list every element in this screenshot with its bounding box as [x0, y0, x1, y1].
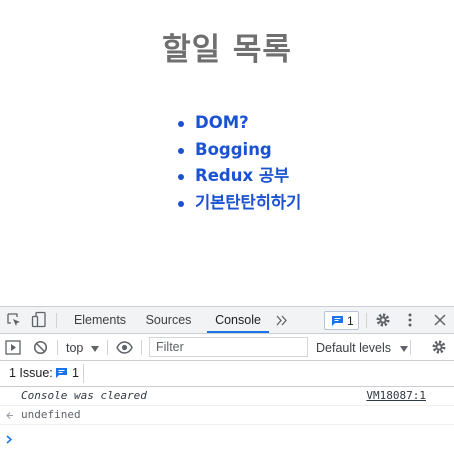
- message-text: undefined: [21, 408, 81, 421]
- filter-input[interactable]: [149, 337, 308, 357]
- bullet-icon: [178, 147, 184, 154]
- todo-item: Bogging: [178, 137, 301, 164]
- bullet-icon: [178, 200, 184, 207]
- console-prompt[interactable]: [0, 429, 454, 451]
- issues-bar: 1 Issue: 1: [0, 361, 454, 387]
- todo-label: 기본탄탄히하기: [195, 192, 302, 212]
- device-toolbar-icon[interactable]: [31, 311, 47, 329]
- gear-icon[interactable]: [375, 312, 391, 328]
- tab-elements[interactable]: Elements: [71, 307, 129, 333]
- separator: [366, 313, 367, 328]
- todo-label: Bogging: [195, 139, 272, 159]
- web-page: 할일 목록 DOM? Bogging Redux 공부 기본탄탄히하기: [0, 0, 454, 306]
- message-icon: [332, 316, 343, 326]
- result-arrow-icon: [6, 412, 13, 419]
- separator: [410, 340, 411, 355]
- todo-label: DOM?: [195, 113, 249, 132]
- console-settings-gear-icon[interactable]: [431, 339, 447, 355]
- eye-icon[interactable]: [116, 341, 133, 354]
- console-toolbar: top Default levels: [0, 334, 454, 361]
- inspect-element-icon[interactable]: [6, 312, 22, 328]
- close-icon[interactable]: [434, 314, 446, 326]
- todo-list: DOM? Bogging Redux 공부 기본탄탄히하기: [178, 110, 301, 216]
- issues-label: 1 Issue:: [9, 366, 53, 380]
- clear-console-icon[interactable]: [33, 340, 48, 355]
- log-levels-label: Default levels: [316, 341, 392, 355]
- caret-down-icon: [90, 345, 99, 352]
- todo-item: Redux 공부: [178, 163, 301, 190]
- devtools-panel: Elements Sources Console 1 top Filter De…: [0, 306, 454, 466]
- bullet-icon: [178, 174, 184, 180]
- message-text: Console was cleared: [21, 389, 147, 402]
- console-message: Console was cleared VM18087:1: [0, 387, 454, 406]
- page-title: 할일 목록: [162, 32, 292, 68]
- context-selector[interactable]: top: [66, 340, 99, 356]
- issues-counter-button[interactable]: 1: [324, 311, 359, 330]
- double-chevron-right-icon[interactable]: [276, 315, 288, 326]
- context-label: top: [66, 341, 84, 355]
- separator: [141, 340, 142, 355]
- separator: [57, 340, 58, 355]
- separator: [56, 313, 57, 328]
- log-levels-dropdown[interactable]: Default levels: [316, 340, 408, 356]
- todo-label: Redux 공부: [195, 166, 290, 185]
- caret-down-icon: [399, 345, 408, 352]
- bullet-icon: [178, 121, 184, 127]
- console-messages: Console was cleared VM18087:1 undefined: [0, 387, 454, 466]
- prompt-chevron-icon: [6, 435, 13, 444]
- issues-bar-count: 1: [72, 366, 79, 380]
- sidebar-toggle-icon[interactable]: [5, 340, 21, 355]
- separator: [107, 340, 108, 355]
- message-icon: [56, 368, 67, 378]
- tab-console[interactable]: Console: [207, 307, 269, 333]
- issues-button[interactable]: 1 Issue: 1: [5, 364, 84, 383]
- todo-item: 기본탄탄히하기: [178, 190, 301, 217]
- tab-sources[interactable]: Sources: [142, 307, 195, 333]
- more-options-icon[interactable]: [408, 313, 412, 327]
- devtools-tab-bar: Elements Sources Console 1: [0, 307, 454, 334]
- console-message: undefined: [0, 406, 454, 425]
- source-link[interactable]: VM18087:1: [366, 389, 426, 403]
- todo-item: DOM?: [178, 110, 301, 137]
- issues-count: 1: [347, 314, 354, 328]
